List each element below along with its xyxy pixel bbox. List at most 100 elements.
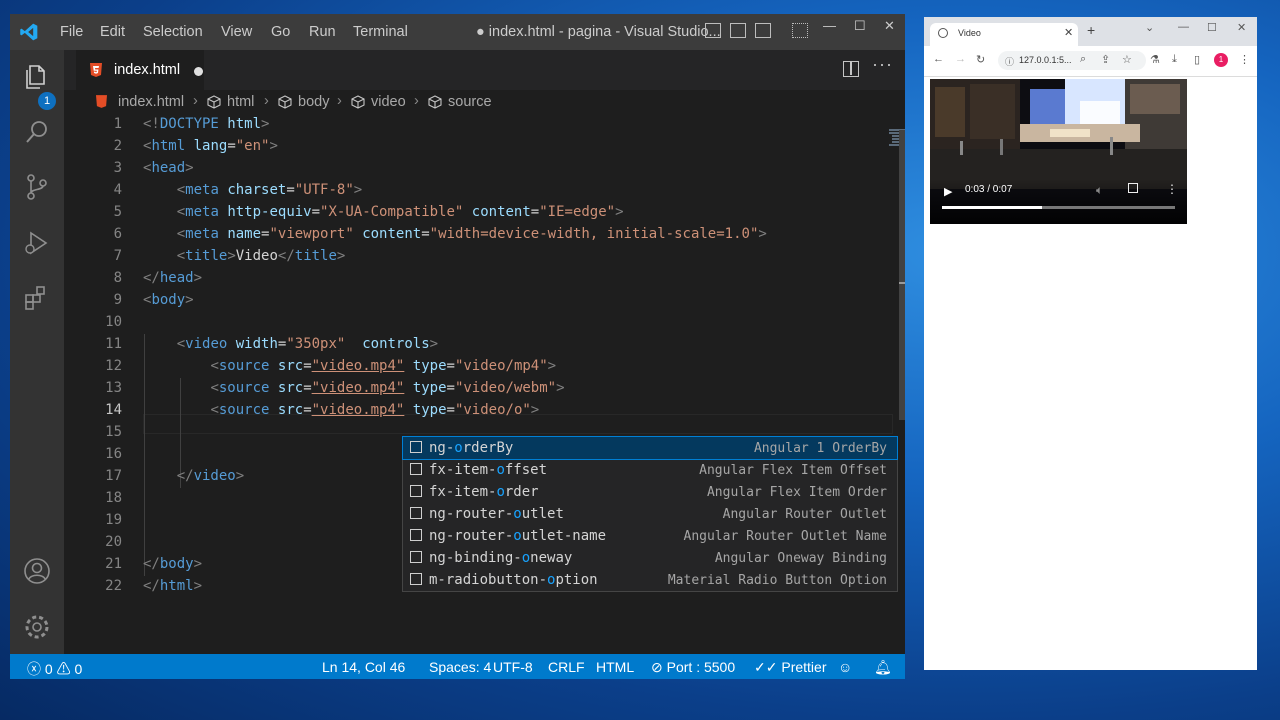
forward-arrow-icon[interactable]: → (955, 53, 966, 65)
menu-selection[interactable]: Selection (143, 24, 203, 40)
source-control-icon[interactable] (22, 172, 52, 202)
explorer-badge: 1 (38, 92, 56, 110)
code-line: 12 <source src="video.mp4" type="video/m… (105, 358, 557, 374)
zoom-icon[interactable]: ⌕ (1080, 53, 1086, 66)
tab-index-html[interactable]: index.html (76, 50, 204, 91)
extensions-puzzle-icon[interactable]: ⚗ (1150, 53, 1160, 66)
run-debug-icon[interactable] (22, 228, 52, 258)
toggle-sidebar-icon[interactable] (705, 23, 721, 38)
suggestion-item[interactable]: fx-item-offset Angular Flex Item Offset (403, 459, 897, 481)
toggle-secondary-sidebar-icon[interactable] (755, 23, 771, 38)
back-arrow-icon[interactable]: ← (933, 53, 944, 65)
status-bar: ⓧ 0 ⚠ 0 Ln 14, Col 46 Spaces: 4 UTF-8 CR… (10, 654, 905, 679)
encoding-setting[interactable]: UTF-8 (493, 659, 533, 675)
menu-run[interactable]: Run (309, 24, 336, 40)
code-line: 7 <title>Video</title> (113, 248, 346, 264)
unsaved-dot-icon[interactable] (194, 67, 203, 76)
code-line: 3 <head> (113, 160, 194, 176)
element-cube-icon (278, 95, 292, 109)
menu-file[interactable]: File (60, 24, 83, 40)
browser-close-button[interactable]: ✕ (1237, 21, 1246, 34)
fullscreen-icon[interactable] (1128, 183, 1138, 193)
browser-maximize-button[interactable]: ☐ (1207, 21, 1217, 34)
suggestion-item[interactable]: fx-item-order Angular Flex Item Order (403, 481, 897, 503)
problems-indicator[interactable]: ⓧ 0 ⚠ 0 (27, 659, 82, 679)
more-actions-icon[interactable]: ··· (872, 54, 893, 75)
suggestion-item[interactable]: ng-binding-oneway Angular Oneway Binding (403, 547, 897, 569)
side-panel-icon[interactable]: ▯ (1194, 53, 1200, 66)
tab-search-chevron-icon[interactable]: ⌄ (1145, 21, 1154, 34)
video-progress-bar[interactable] (942, 206, 1175, 209)
code-line-current: 14 <source src="video.mp4" type="video/o… (105, 402, 540, 418)
menu-view[interactable]: View (221, 24, 252, 40)
reload-icon[interactable]: ↻ (976, 53, 985, 66)
code-line: 4 <meta charset="UTF-8"> (113, 182, 363, 198)
close-button[interactable]: ✕ (884, 18, 895, 34)
video-time: 0:03 / 0:07 (965, 184, 1013, 195)
menu-edit[interactable]: Edit (100, 24, 125, 40)
settings-gear-icon[interactable] (22, 612, 52, 642)
live-server-port[interactable]: ⊘ Port : 5500 (651, 659, 735, 676)
menu-go[interactable]: Go (271, 24, 290, 40)
toggle-panel-icon[interactable] (730, 23, 746, 38)
cursor-position[interactable]: Ln 14, Col 46 (322, 659, 405, 675)
breadcrumb-body[interactable]: body (298, 94, 329, 110)
bookmark-star-icon[interactable]: ☆ (1122, 53, 1132, 66)
video-player[interactable]: ▶ 0:03 / 0:07 🔈︎ ⋮ (930, 79, 1187, 224)
accounts-icon[interactable] (22, 556, 52, 586)
explorer-icon[interactable] (22, 62, 52, 92)
html5-file-icon (96, 95, 107, 108)
browser-toolbar: ← → ↻ ⓘ 127.0.0.1:5... ⌕ ⇪ ☆ ⚗ ⤓ ▯ 1 ⋮ (924, 46, 1257, 77)
element-cube-icon (351, 95, 365, 109)
download-icon[interactable]: ⤓ (1172, 53, 1177, 66)
video-options-icon[interactable]: ⋮ (1166, 182, 1178, 196)
language-mode[interactable]: HTML (596, 659, 634, 675)
browser-tab[interactable]: Video ✕ (930, 23, 1078, 46)
snippet-icon (410, 529, 422, 541)
vertical-scrollbar[interactable] (899, 130, 905, 420)
new-tab-button[interactable]: + (1087, 22, 1095, 38)
notifications-bell-icon[interactable]: 🔔︎ (874, 659, 892, 676)
chevron-right-icon: › (193, 93, 198, 109)
play-icon[interactable]: ▶ (944, 185, 952, 198)
element-cube-icon (428, 95, 442, 109)
extensions-icon[interactable] (22, 283, 52, 313)
breadcrumb: index.html › html › body › video › sourc… (64, 90, 905, 114)
customize-layout-icon[interactable] (792, 23, 808, 38)
profile-avatar[interactable]: 1 (1214, 53, 1228, 67)
minimize-button[interactable]: — (823, 18, 836, 33)
breadcrumb-html[interactable]: html (227, 94, 254, 110)
menu-terminal[interactable]: Terminal (353, 24, 408, 40)
suggestion-item[interactable]: ng-orderBy Angular 1 OrderBy (402, 436, 898, 460)
suggestion-item[interactable]: ng-router-outlet-name Angular Router Out… (403, 525, 897, 547)
prettier-status[interactable]: ✓✓ Prettier (754, 659, 826, 676)
share-icon[interactable]: ⇪ (1101, 53, 1110, 66)
editor-tab-bar: index.html ··· (64, 50, 905, 91)
browser-menu-icon[interactable]: ⋮ (1239, 53, 1250, 66)
site-info-icon[interactable]: ⓘ (1005, 55, 1014, 68)
globe-icon (938, 28, 948, 38)
maximize-button[interactable]: ☐ (854, 18, 866, 34)
split-editor-icon[interactable] (843, 61, 859, 77)
suggestion-item[interactable]: m-radiobutton-option Material Radio Butt… (403, 569, 897, 591)
breadcrumb-video[interactable]: video (371, 94, 406, 110)
feedback-icon[interactable]: ☺ (838, 659, 852, 675)
element-cube-icon (207, 95, 221, 109)
code-line: 6 <meta name="viewport" content="width=d… (113, 226, 767, 242)
browser-minimize-button[interactable]: — (1178, 21, 1189, 33)
vscode-window: File Edit Selection View Go Run Terminal… (10, 14, 905, 679)
eol-setting[interactable]: CRLF (548, 659, 585, 675)
breadcrumb-file[interactable]: index.html (118, 94, 184, 110)
code-line: 1 <!DOCTYPE html> (113, 116, 270, 132)
title-bar: File Edit Selection View Go Run Terminal… (10, 14, 905, 50)
double-check-icon: ✓✓ (754, 659, 778, 675)
suggestion-item[interactable]: ng-router-outlet Angular Router Outlet (403, 503, 897, 525)
indentation-setting[interactable]: Spaces: 4 (429, 659, 491, 675)
scrollbar-cursor-marker (899, 282, 905, 284)
chevron-right-icon: › (414, 93, 419, 109)
tab-close-icon[interactable]: ✕ (1064, 26, 1073, 39)
volume-icon[interactable]: 🔈︎ (1096, 183, 1103, 198)
search-icon[interactable] (22, 117, 52, 147)
snippet-icon (410, 573, 422, 585)
breadcrumb-source[interactable]: source (448, 94, 492, 110)
